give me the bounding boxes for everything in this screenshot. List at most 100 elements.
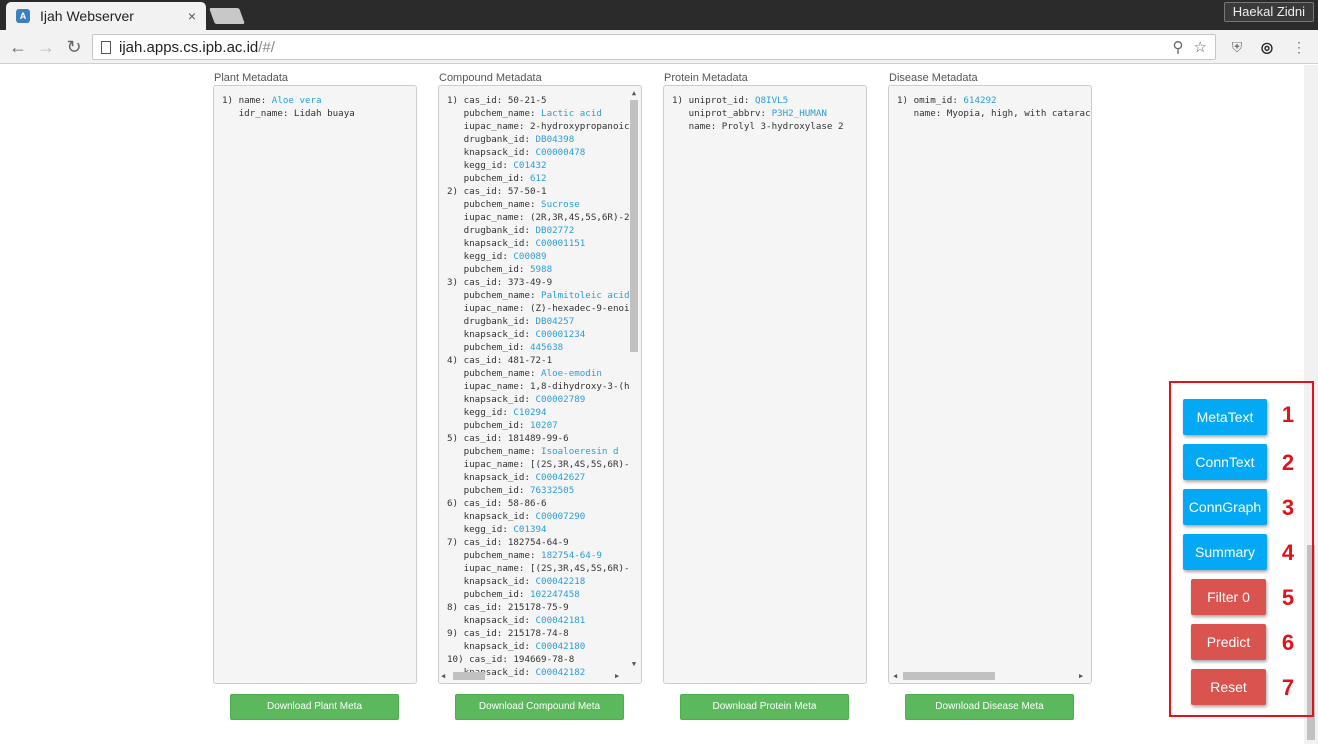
scroll-right-icon[interactable]: ▶ bbox=[1079, 671, 1083, 681]
metadata-value-link[interactable]: C00042180 bbox=[536, 641, 586, 652]
metadata-value-link[interactable]: C00042627 bbox=[536, 472, 586, 483]
metadata-value-link[interactable]: C00001234 bbox=[536, 329, 586, 340]
metadata-value-link[interactable]: 445638 bbox=[530, 342, 563, 353]
reload-icon[interactable]: ↻ bbox=[64, 37, 84, 57]
conntext-button[interactable]: ConnText bbox=[1183, 444, 1267, 480]
zoom-icon[interactable]: ⚲ bbox=[1173, 38, 1184, 56]
metadata-line: name: Myopia, high, with cataract bbox=[897, 107, 1091, 120]
extension-icon[interactable]: ◎ bbox=[1258, 38, 1276, 56]
download-disease-meta-button[interactable]: Download Disease Meta bbox=[905, 694, 1074, 720]
metadata-value-link[interactable]: P3H2_HUMAN bbox=[772, 108, 827, 119]
metadata-value-link[interactable]: C10294 bbox=[513, 407, 546, 418]
plant-metadata-box[interactable]: 1) name: Aloe vera idr_name: Lidah buaya bbox=[213, 85, 417, 684]
shield-extension-icon[interactable]: ⛨ bbox=[1228, 38, 1246, 56]
metadata-value-link[interactable]: Palmitoleic acid bbox=[541, 290, 630, 301]
browser-tab[interactable]: A Ijah Webserver × bbox=[6, 2, 206, 30]
metadata-value-link[interactable]: 5988 bbox=[530, 264, 552, 275]
metadata-key: kegg_id: bbox=[447, 407, 514, 418]
browser-tab-bar: A Ijah Webserver × Haekal Zidni bbox=[0, 0, 1318, 30]
metadata-value-link[interactable]: C00001151 bbox=[536, 238, 586, 249]
metadata-value-link[interactable]: 612 bbox=[530, 173, 547, 184]
metadata-value-link[interactable]: Isoaloeresin d bbox=[541, 446, 618, 457]
metadata-value-link[interactable]: 182754-64-9 bbox=[541, 550, 602, 561]
metadata-value-link[interactable]: 76332505 bbox=[530, 485, 574, 496]
bookmark-star-icon[interactable]: ☆ bbox=[1194, 38, 1207, 56]
predict-button[interactable]: Predict bbox=[1191, 624, 1266, 660]
plant-metadata-text: 1) name: Aloe vera idr_name: Lidah buaya bbox=[222, 94, 355, 120]
protein-metadata-box[interactable]: 1) uniprot_id: Q8IVL5 uniprot_abbrv: P3H… bbox=[663, 85, 867, 684]
page-info-icon[interactable] bbox=[101, 40, 111, 54]
metadata-value-link[interactable]: C00042218 bbox=[536, 576, 586, 587]
metadata-key: idr_name: Lidah buaya bbox=[222, 108, 355, 119]
forward-arrow-icon[interactable]: → bbox=[36, 37, 56, 57]
metadata-key: iupac_name: (Z)-hexadec-9-enoi bbox=[447, 303, 630, 314]
metadata-value-link[interactable]: DB04257 bbox=[536, 316, 575, 327]
download-protein-meta-button[interactable]: Download Protein Meta bbox=[680, 694, 849, 720]
metadata-value-link[interactable]: C01394 bbox=[513, 524, 546, 535]
metadata-value-link[interactable]: C00000478 bbox=[536, 147, 586, 158]
metadata-line: 1) omim_id: 614292 bbox=[897, 94, 1091, 107]
metadata-line: name: Prolyl 3-hydroxylase 2 bbox=[672, 120, 844, 133]
metadata-line: knapsack_id: C00001151 bbox=[447, 237, 630, 250]
metadata-key: 3) cas_id: 373-49-9 bbox=[447, 277, 553, 288]
compound-hscroll-thumb[interactable] bbox=[453, 672, 485, 680]
metadata-value-link[interactable]: 102247458 bbox=[530, 589, 580, 600]
metadata-value-link[interactable]: C00042181 bbox=[536, 615, 586, 626]
scroll-down-icon[interactable]: ▼ bbox=[629, 659, 639, 669]
metadata-line: kegg_id: C10294 bbox=[447, 406, 630, 419]
metadata-line: 3) cas_id: 373-49-9 bbox=[447, 276, 630, 289]
metadata-value-link[interactable]: DB04398 bbox=[536, 134, 575, 145]
download-compound-meta-button[interactable]: Download Compound Meta bbox=[455, 694, 624, 720]
metadata-value-link[interactable]: C00007290 bbox=[536, 511, 586, 522]
disease-metadata-column: Disease Metadata 1) omim_id: 614292 name… bbox=[888, 65, 1092, 684]
metadata-line: pubchem_id: 76332505 bbox=[447, 484, 630, 497]
metadata-value-link[interactable]: Aloe vera bbox=[272, 95, 322, 106]
compound-horizontal-scrollbar[interactable]: ◀ ▶ bbox=[441, 671, 639, 681]
metadata-line: pubchem_id: 10207 bbox=[447, 419, 630, 432]
metadata-value-link[interactable]: Sucrose bbox=[541, 199, 580, 210]
compound-scroll-thumb[interactable] bbox=[630, 100, 638, 352]
disease-horizontal-scrollbar[interactable]: ◀ ▶ bbox=[891, 671, 1089, 681]
conngraph-button[interactable]: ConnGraph bbox=[1183, 489, 1267, 525]
metadata-value-link[interactable]: 10207 bbox=[530, 420, 558, 431]
metadata-line: drugbank_id: DB02772 bbox=[447, 224, 630, 237]
metadata-key: knapsack_id: bbox=[447, 238, 536, 249]
compound-vertical-scrollbar[interactable]: ▲ ▼ bbox=[629, 88, 639, 669]
metadata-line: drugbank_id: DB04398 bbox=[447, 133, 630, 146]
compound-metadata-box[interactable]: 1) cas_id: 50-21-5 pubchem_name: Lactic … bbox=[438, 85, 642, 684]
reset-button[interactable]: Reset bbox=[1191, 669, 1266, 705]
url-text[interactable]: ijah.apps.cs.ipb.ac.id/#/ bbox=[119, 39, 1163, 56]
scroll-up-icon[interactable]: ▲ bbox=[629, 88, 639, 98]
disease-hscroll-thumb[interactable] bbox=[903, 672, 995, 680]
scroll-right-icon[interactable]: ▶ bbox=[615, 671, 619, 681]
disease-metadata-box[interactable]: 1) omim_id: 614292 name: Myopia, high, w… bbox=[888, 85, 1092, 684]
filter-button[interactable]: Filter 0 bbox=[1191, 579, 1266, 615]
menu-kebab-icon[interactable]: ⋮ bbox=[1290, 38, 1308, 56]
profile-button[interactable]: Haekal Zidni bbox=[1223, 2, 1314, 22]
metadata-key: knapsack_id: bbox=[447, 472, 536, 483]
metadata-value-link[interactable]: Q8IVL5 bbox=[755, 95, 788, 106]
metadata-value-link[interactable]: Aloe-emodin bbox=[541, 368, 602, 379]
metadata-value-link[interactable]: C01432 bbox=[513, 160, 546, 171]
summary-button[interactable]: Summary bbox=[1183, 534, 1267, 570]
annotation-number: 3 bbox=[1281, 495, 1295, 520]
address-bar[interactable]: ijah.apps.cs.ipb.ac.id/#/ ⚲ ☆ bbox=[92, 34, 1216, 60]
back-arrow-icon[interactable]: ← bbox=[8, 37, 28, 57]
metadata-value-link[interactable]: Lactic acid bbox=[541, 108, 602, 119]
metadata-key: pubchem_id: bbox=[447, 342, 530, 353]
metatext-button[interactable]: MetaText bbox=[1183, 399, 1267, 435]
metadata-line: pubchem_id: 5988 bbox=[447, 263, 630, 276]
metadata-value-link[interactable]: C00089 bbox=[513, 251, 546, 262]
metadata-key: 8) cas_id: 215178-75-9 bbox=[447, 602, 569, 613]
scroll-left-icon[interactable]: ◀ bbox=[441, 671, 445, 681]
page-content: Plant Metadata 1) name: Aloe vera idr_na… bbox=[0, 65, 1318, 744]
scroll-left-icon[interactable]: ◀ bbox=[893, 671, 897, 681]
metadata-line: pubchem_name: Isoaloeresin d bbox=[447, 445, 630, 458]
metadata-line: pubchem_id: 445638 bbox=[447, 341, 630, 354]
new-tab-button[interactable] bbox=[209, 8, 245, 24]
download-plant-meta-button[interactable]: Download Plant Meta bbox=[230, 694, 399, 720]
tab-close-icon[interactable]: × bbox=[188, 8, 196, 24]
metadata-value-link[interactable]: C00002789 bbox=[536, 394, 586, 405]
metadata-value-link[interactable]: DB02772 bbox=[536, 225, 575, 236]
metadata-value-link[interactable]: 614292 bbox=[963, 95, 996, 106]
